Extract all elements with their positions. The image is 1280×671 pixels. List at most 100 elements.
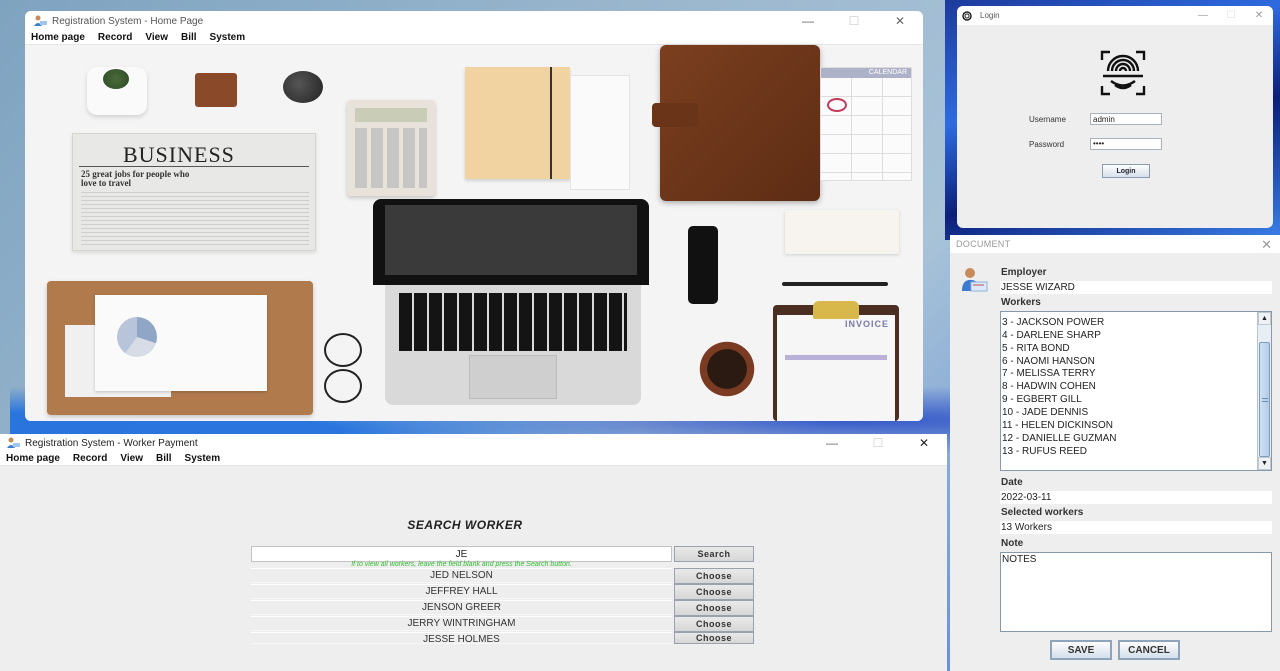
close-button[interactable]: ✕ (1261, 237, 1272, 253)
menu-bill[interactable]: Bill (181, 32, 197, 43)
note-textarea[interactable]: NOTES (1000, 552, 1272, 632)
window-title: DOCUMENT (956, 239, 1011, 249)
menu-home-page[interactable]: Home page (6, 453, 60, 464)
knob-decoration (283, 71, 323, 103)
workers-list-item[interactable]: 6 - NAOMI HANSON (1002, 355, 1257, 368)
workers-list-item[interactable]: 7 - MELISSA TERRY (1002, 367, 1257, 380)
workers-list-item[interactable]: 10 - JADE DENNIS (1002, 406, 1257, 419)
close-button[interactable]: ✕ (901, 434, 947, 452)
worker-search-input[interactable] (251, 546, 672, 562)
document-titlebar[interactable]: DOCUMENT (950, 235, 1280, 253)
window-title: Login (980, 11, 1000, 20)
leather-notebook-image (652, 45, 820, 201)
scroll-down-arrow-icon[interactable]: ▼ (1258, 457, 1271, 470)
app-user-icon (6, 437, 20, 449)
invoice-label: INVOICE (844, 319, 889, 329)
menu-bill[interactable]: Bill (156, 453, 172, 464)
workers-list-item[interactable]: 4 - DARLENE SHARP (1002, 329, 1257, 342)
workers-list-item[interactable]: 11 - HELEN DICKINSON (1002, 419, 1257, 432)
menu-view[interactable]: View (145, 32, 168, 43)
payment-titlebar[interactable]: Registration System - Worker Payment — ☐… (0, 434, 947, 452)
newspaper-body-text (81, 192, 309, 247)
workers-list[interactable]: 2 - KEVIN STEEL3 - JACKSON POWER4 - DARL… (1000, 311, 1272, 471)
selected-workers-label: Selected workers (1001, 507, 1084, 518)
choose-button[interactable]: Choose (674, 616, 754, 632)
minimize-button[interactable]: — (809, 434, 855, 452)
minimize-button[interactable]: — (1189, 6, 1217, 25)
login-window: Login — ☐ ✕ Username Password •••• Login (957, 6, 1273, 228)
minimize-button[interactable]: — (785, 11, 831, 31)
date-label: Date (1001, 477, 1023, 488)
menu-bar: Home page Record View Bill System (25, 31, 923, 45)
menu-record[interactable]: Record (98, 32, 132, 43)
employer-field[interactable]: JESSE WIZARD (1000, 281, 1272, 294)
maximize-button[interactable]: ☐ (855, 434, 901, 452)
password-label: Password (1029, 140, 1065, 149)
workers-list-item[interactable]: 12 - DANIELLE GUZMAN (1002, 432, 1257, 445)
close-button[interactable]: ✕ (877, 11, 923, 31)
choose-button[interactable]: Choose (674, 584, 754, 600)
menu-system[interactable]: System (210, 32, 246, 43)
date-field[interactable]: 2022-03-11 (1000, 491, 1272, 504)
menu-home-page[interactable]: Home page (31, 32, 85, 43)
search-worker-heading: SEARCH WORKER (407, 518, 523, 532)
laptop-keyboard-image (385, 285, 641, 405)
worker-payment-window: Registration System - Worker Payment — ☐… (0, 434, 947, 671)
login-button[interactable]: Login (1102, 164, 1150, 178)
save-button[interactable]: SAVE (1050, 640, 1112, 660)
cancel-button[interactable]: CANCEL (1118, 640, 1180, 660)
menu-view[interactable]: View (120, 453, 143, 464)
pen-image (782, 282, 888, 286)
app-user-icon (33, 15, 47, 27)
wooden-box-decoration (195, 73, 237, 107)
choose-button[interactable]: Choose (674, 600, 754, 616)
home-page-window: Registration System - Home Page — ☐ ✕ Ho… (25, 11, 923, 421)
calendar-circle-mark (827, 98, 847, 112)
calendar-image: CALENDAR (820, 67, 912, 181)
laptop-screen-image (373, 199, 649, 285)
close-button[interactable]: ✕ (1245, 6, 1273, 25)
maximize-button[interactable]: ☐ (1217, 6, 1245, 25)
envelope-image (785, 210, 899, 254)
coffee-mug-image (689, 338, 765, 400)
username-label: Username (1029, 115, 1066, 124)
workers-list-item[interactable]: 9 - EGBERT GILL (1002, 393, 1257, 406)
menu-record[interactable]: Record (73, 453, 107, 464)
search-button[interactable]: Search (674, 546, 754, 562)
menu-bar: Home page Record View Bill System (0, 452, 947, 466)
plant-decoration (87, 67, 147, 115)
workers-list-item[interactable]: 8 - HADWIN COHEN (1002, 380, 1257, 393)
selected-workers-field[interactable]: 13 Workers (1000, 521, 1272, 534)
workers-list-item[interactable]: 5 - RITA BOND (1002, 342, 1257, 355)
password-input[interactable]: •••• (1090, 138, 1162, 150)
result-row: JENSON GREER (251, 600, 672, 615)
newspaper-image: BUSINESS 25 great jobs for people who lo… (72, 133, 316, 251)
login-titlebar[interactable]: Login — ☐ ✕ (957, 6, 1273, 25)
invoice-clipboard-image: INVOICE (773, 301, 899, 421)
scroll-grip-icon (1262, 398, 1268, 402)
glasses-image (320, 333, 364, 403)
workers-list-item[interactable]: 3 - JACKSON POWER (1002, 316, 1257, 329)
result-row: JED NELSON (251, 568, 672, 583)
workers-scrollbar[interactable]: ▲ ▼ (1257, 312, 1271, 470)
result-row: JEFFREY HALL (251, 584, 672, 599)
note-label: Note (1001, 538, 1024, 549)
scroll-up-arrow-icon[interactable]: ▲ (1258, 312, 1271, 325)
choose-button[interactable]: Choose (674, 632, 754, 644)
menu-system[interactable]: System (185, 453, 221, 464)
paper-image (570, 75, 630, 190)
calendar-header: CALENDAR (821, 68, 911, 78)
workers-list-item[interactable]: 13 - RUFUS REED (1002, 445, 1257, 458)
calendar-grid (821, 78, 911, 180)
home-background-image: BUSINESS 25 great jobs for people who lo… (25, 45, 923, 421)
choose-button[interactable]: Choose (674, 568, 754, 584)
home-titlebar[interactable]: Registration System - Home Page — ☐ ✕ (25, 11, 923, 31)
document-window: DOCUMENT ✕ Employer JESSE WIZARD Workers… (950, 235, 1280, 671)
workers-list-items: 2 - KEVIN STEEL3 - JACKSON POWER4 - DARL… (1002, 312, 1257, 458)
username-input[interactable] (1090, 113, 1162, 125)
maximize-button[interactable]: ☐ (831, 11, 877, 31)
result-row: JESSE HOLMES (251, 632, 672, 644)
newspaper-headline: 25 great jobs for people who love to tra… (81, 169, 190, 189)
phone-image (688, 226, 718, 304)
scroll-thumb[interactable] (1259, 342, 1270, 457)
